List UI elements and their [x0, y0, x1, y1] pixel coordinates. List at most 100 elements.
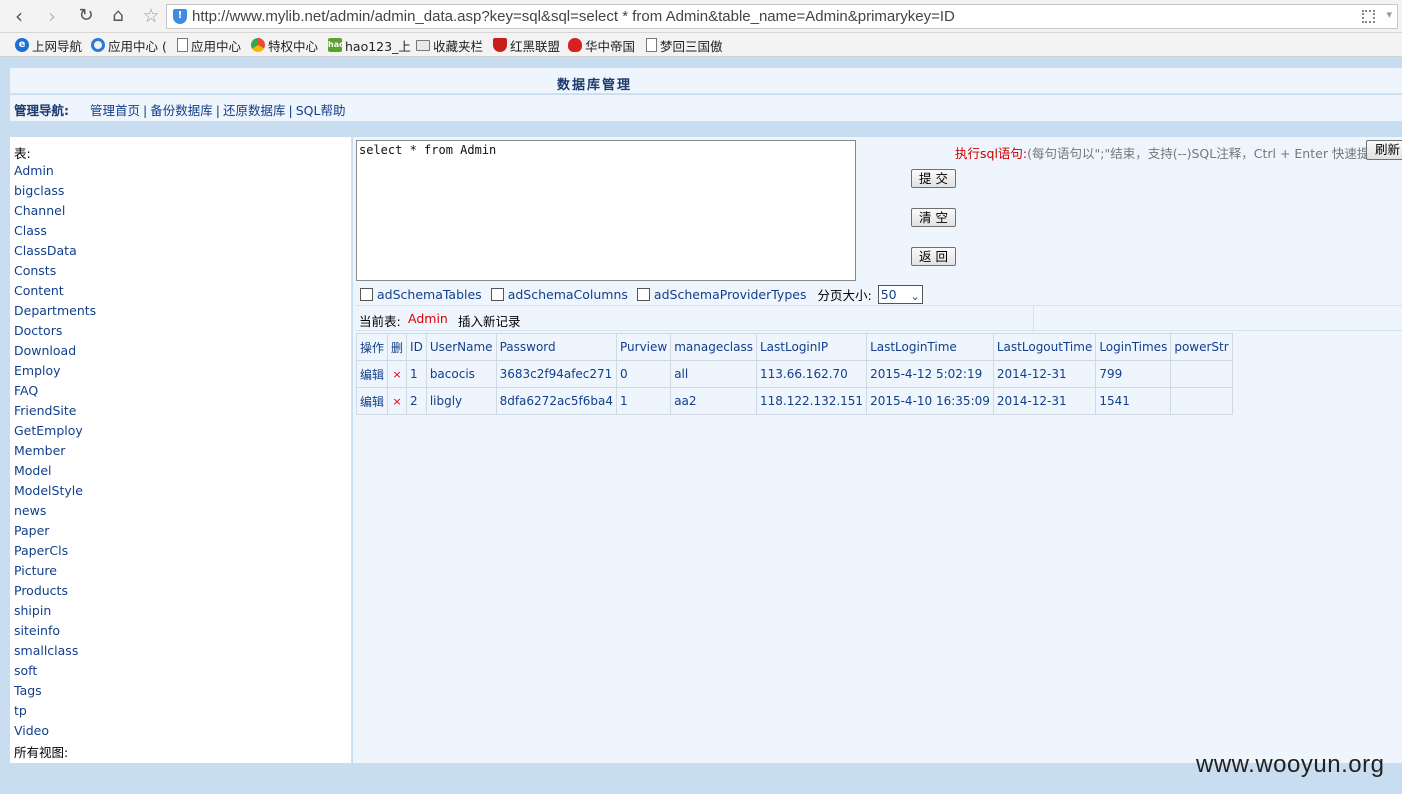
table-link-model[interactable]: Model [14, 463, 96, 483]
table-link-bigclass[interactable]: bigclass [14, 183, 96, 203]
table-link-download[interactable]: Download [14, 343, 96, 363]
table-link-products[interactable]: Products [14, 583, 96, 603]
tables-label: 表: [14, 146, 31, 161]
table-link-papercls[interactable]: PaperCls [14, 543, 96, 563]
table-link-channel[interactable]: Channel [14, 203, 96, 223]
tables-list: Admin bigclass Channel Class ClassData C… [14, 163, 96, 743]
table-link-doctors[interactable]: Doctors [14, 323, 96, 343]
table-link-soft[interactable]: soft [14, 663, 96, 683]
bookmark-item[interactable]: 应用中心 [177, 36, 241, 54]
table-cell: 1 [615, 387, 672, 415]
bookmark-item[interactable]: 特权中心 [251, 36, 318, 54]
option-adschemaprovidertypes[interactable]: adSchemaProviderTypes [636, 287, 806, 302]
table-link-picture[interactable]: Picture [14, 563, 96, 583]
ie-icon: e [15, 38, 29, 52]
page-icon [646, 38, 657, 52]
bookmarks-bar: e 上网导航 应用中心 ( 应用中心 特权中心 hao hao123_上 收藏夹栏 … [0, 33, 1402, 57]
back-button[interactable]: 返 回 [911, 247, 956, 266]
bookmark-item[interactable]: hao hao123_上 [328, 36, 411, 54]
forward-arrow-icon[interactable]: › [39, 4, 65, 28]
table-link-siteinfo[interactable]: siteinfo [14, 623, 96, 643]
hao123-icon: hao [328, 38, 345, 52]
table-link-friendsite[interactable]: FriendSite [14, 403, 96, 423]
nav-link-sql-help[interactable]: SQL帮助 [296, 103, 346, 118]
sql-label: 执行sql语句: [955, 146, 1028, 161]
chevron-down-icon: ⌄ [910, 289, 920, 303]
table-link-smallclass[interactable]: smallclass [14, 643, 96, 663]
column-header: Purview [615, 333, 672, 361]
table-link-shipin[interactable]: shipin [14, 603, 96, 623]
table-link-video[interactable]: Video [14, 723, 96, 743]
ring-icon [91, 38, 105, 52]
table-cell: 3683c2f94afec271 [495, 360, 618, 388]
edit-link[interactable]: 编辑 [355, 360, 389, 388]
back-arrow-icon[interactable]: ‹ [6, 4, 32, 28]
checkbox[interactable] [490, 287, 504, 301]
submit-button[interactable]: 提 交 [911, 169, 956, 188]
column-header: 删 [387, 333, 408, 361]
bookmark-item[interactable]: 应用中心 ( [91, 36, 167, 54]
watermark: www.wooyun.org [1196, 751, 1385, 778]
results-table: 操作 删 ID UserName Password Purview manage… [355, 333, 1233, 415]
table-cell: 1541 [1095, 387, 1172, 415]
option-adschematables[interactable]: adSchemaTables [359, 287, 482, 302]
table-link-admin[interactable]: Admin [14, 163, 96, 183]
table-link-paper[interactable]: Paper [14, 523, 96, 543]
table-link-departments[interactable]: Departments [14, 303, 96, 323]
table-link-getemploy[interactable]: GetEmploy [14, 423, 96, 443]
home-icon[interactable]: ⌂ [105, 4, 131, 28]
delete-icon[interactable]: × [387, 387, 408, 415]
option-adschemacolumns[interactable]: adSchemaColumns [490, 287, 628, 302]
url-text[interactable]: http://www.mylib.net/admin/admin_data.as… [192, 8, 955, 25]
table-link-class[interactable]: Class [14, 223, 96, 243]
current-table-bar: 当前表: Admin 插入新记录 [356, 305, 1402, 332]
page-size-select[interactable]: 50 ⌄ [877, 284, 923, 304]
delete-icon[interactable]: × [387, 360, 408, 388]
table-link-tp[interactable]: tp [14, 703, 96, 723]
table-link-member[interactable]: Member [14, 443, 96, 463]
checkbox[interactable] [360, 287, 373, 301]
reload-icon[interactable]: ↻ [73, 4, 99, 28]
column-header: powerStr [1170, 333, 1233, 361]
column-header: manageclass [670, 333, 757, 361]
table-link-content[interactable]: Content [14, 283, 96, 303]
admin-nav-bar: 管理导航: 管理首页 | 备份数据库 | 还原数据库 | SQL帮助 [10, 95, 1402, 121]
current-table-name[interactable]: Admin [408, 311, 448, 326]
nav-link-home[interactable]: 管理首页 [90, 103, 140, 118]
bookmark-item[interactable]: 华中帝国 [568, 36, 635, 54]
nav-link-backup[interactable]: 备份数据库 [150, 103, 213, 118]
qr-code-icon[interactable] [1362, 10, 1375, 23]
table-cell: 2014-12-31 [992, 360, 1097, 388]
table-link-modelstyle[interactable]: ModelStyle [14, 483, 96, 503]
address-bar[interactable]: ! http://www.mylib.net/admin/admin_data.… [166, 4, 1398, 29]
views-label: 所有视图: [14, 745, 69, 760]
table-link-employ[interactable]: Employ [14, 363, 96, 383]
nav-label: 管理导航: [14, 103, 69, 118]
bookmark-item[interactable]: e 上网导航 [15, 36, 82, 54]
bookmark-item[interactable]: 梦回三国傲 [646, 36, 723, 54]
edit-link[interactable]: 编辑 [355, 387, 389, 415]
table-link-classdata[interactable]: ClassData [14, 243, 96, 263]
insert-record-link[interactable]: 插入新记录 [458, 311, 521, 330]
column-header: 操作 [355, 333, 389, 361]
bookmark-item[interactable]: 红黑联盟 [493, 36, 560, 54]
table-cell [1170, 360, 1233, 388]
flame-icon [568, 38, 582, 52]
bookmark-star-icon[interactable]: ☆ [140, 4, 162, 28]
clear-button[interactable]: 清 空 [911, 208, 956, 227]
schema-options: adSchemaTables adSchemaColumns adSchemaP… [359, 284, 923, 304]
table-link-news[interactable]: news [14, 503, 96, 523]
page-content: 数据库管理 管理导航: 管理首页 | 备份数据库 | 还原数据库 | SQL帮助 表: Ad… [0, 57, 1402, 794]
bookmark-item[interactable]: 收藏夹栏 [416, 36, 483, 54]
sql-input[interactable]: select * from Admin [356, 140, 856, 281]
folder-icon [416, 39, 430, 51]
refresh-button[interactable]: 刷新 [1366, 140, 1402, 160]
dropdown-arrow-icon[interactable]: ▾ [1386, 8, 1392, 21]
table-link-faq[interactable]: FAQ [14, 383, 96, 403]
table-link-consts[interactable]: Consts [14, 263, 96, 283]
table-link-tags[interactable]: Tags [14, 683, 96, 703]
table-cell: 2015-4-12 5:02:19 [866, 360, 994, 388]
checkbox[interactable] [636, 287, 650, 301]
table-cell: 2015-4-10 16:35:09 [866, 387, 994, 415]
nav-link-restore[interactable]: 还原数据库 [223, 103, 286, 118]
